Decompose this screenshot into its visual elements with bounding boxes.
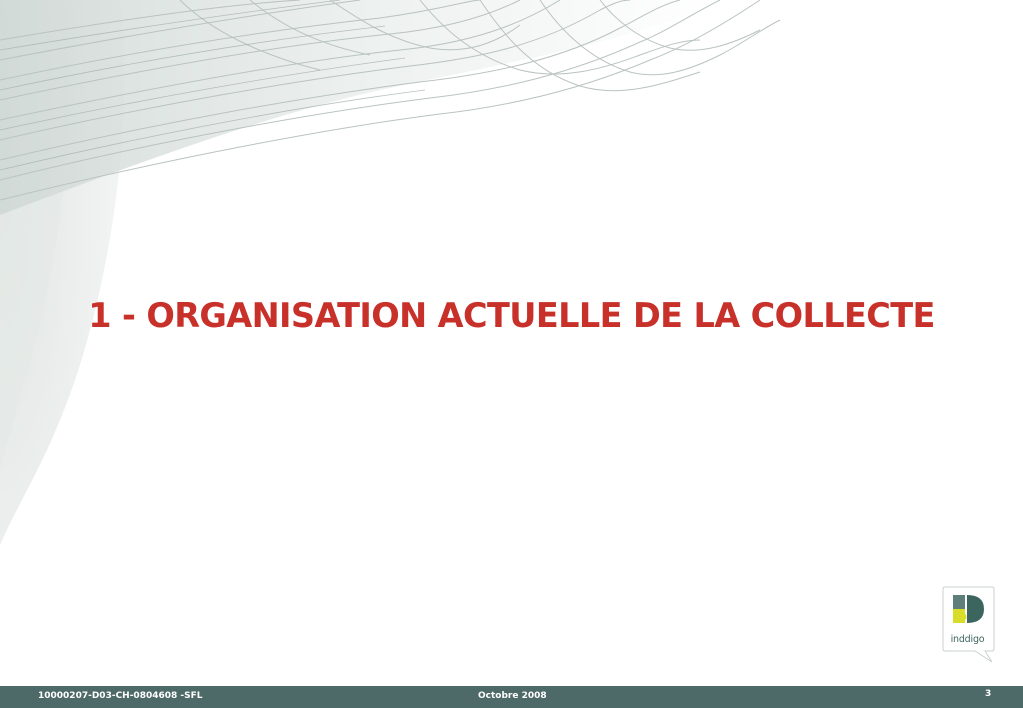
page-number: 3 (985, 689, 992, 699)
decorative-wave-background (0, 0, 781, 545)
logo-wordmark: inddigo (950, 634, 985, 645)
company-logo: inddigo (941, 586, 996, 663)
footer-date: Octobre 2008 (478, 691, 547, 701)
footer-reference: 10000207-D03-CH-0804608 -SFL (38, 691, 203, 701)
footer-bar: 10000207-D03-CH-0804608 -SFL Octobre 200… (0, 686, 1023, 708)
inddigo-logo-icon (942, 586, 995, 663)
slide-title: 1 - ORGANISATION ACTUELLE DE LA COLLECTE (88, 296, 935, 335)
